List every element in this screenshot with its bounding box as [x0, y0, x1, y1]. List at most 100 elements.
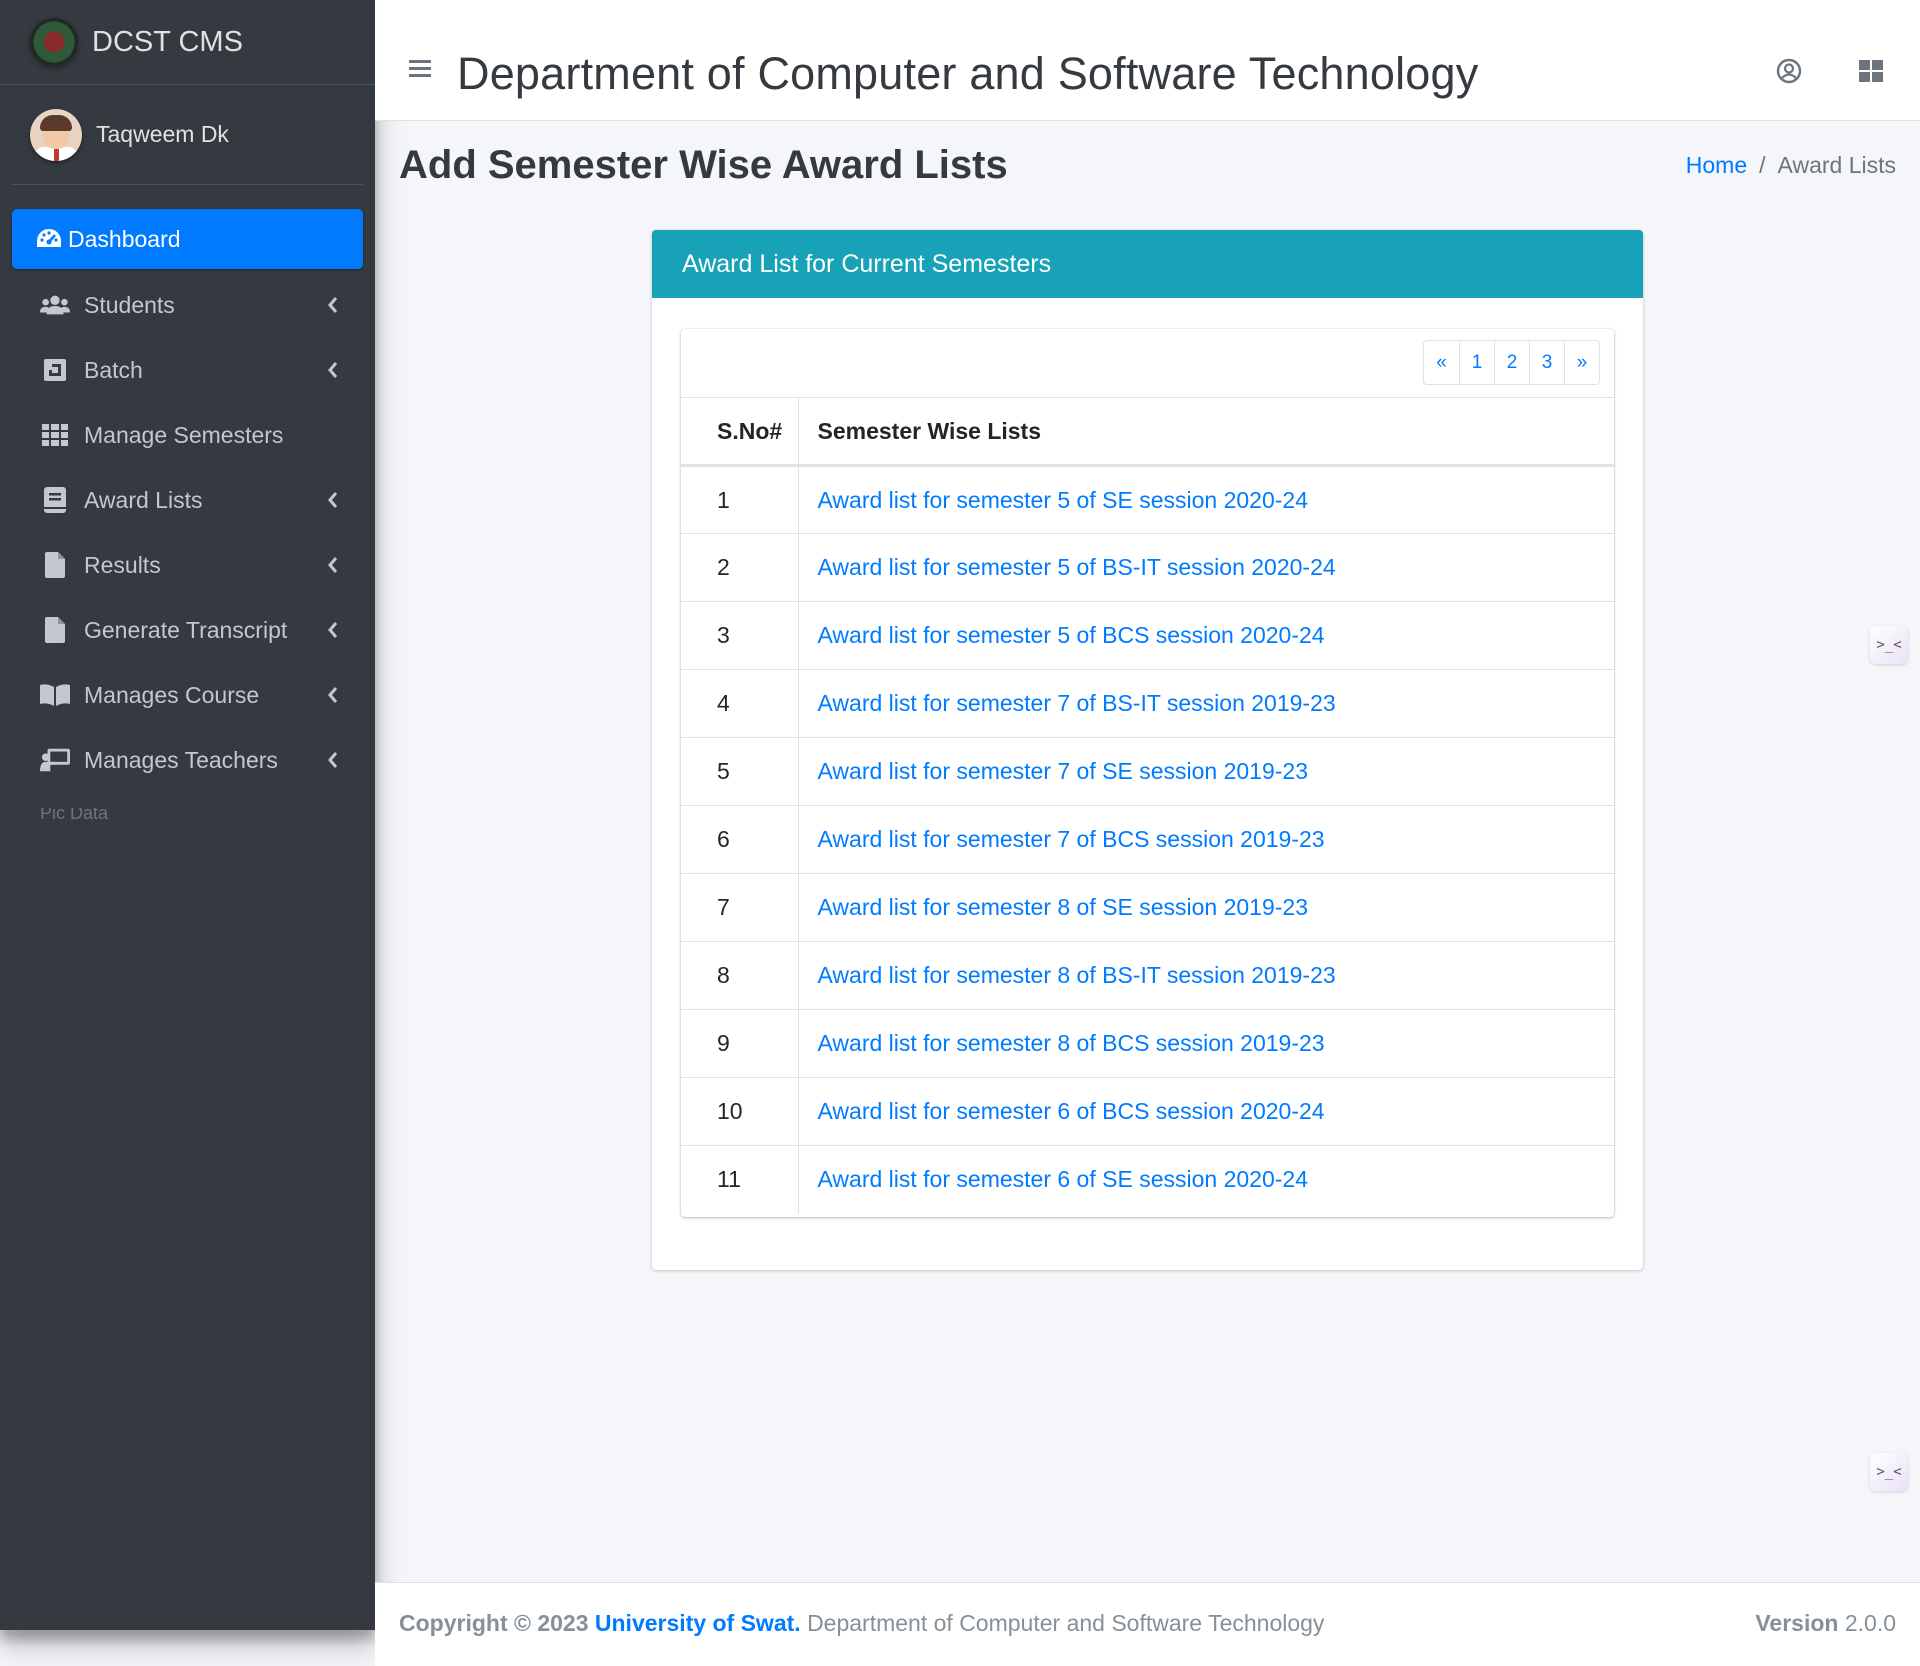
sidebar-item-dashboard[interactable]: Dashboard — [12, 209, 363, 269]
sidebar-nav: Dashboard Students Batch Manage Semester… — [0, 185, 375, 790]
sidebar-item-label: Results — [84, 551, 161, 578]
floating-assistant-widget[interactable]: >_< — [1870, 1453, 1908, 1491]
breadcrumb: Home / Award Lists — [1686, 152, 1896, 179]
th-large-icon[interactable] — [1858, 58, 1884, 84]
sidebar: DCST CMS Taqweem Dk Dashboard Students B… — [0, 0, 375, 1630]
award-list-card: Award List for Current Semesters « 1 2 3… — [652, 230, 1643, 1270]
row-sno: 9 — [681, 1009, 799, 1078]
sidebar-item-label: Generate Transcript — [84, 616, 288, 643]
sidebar-cutoff-item: Pic Data — [40, 808, 109, 823]
file-icon — [40, 552, 70, 578]
copyright-text: Copyright © 2023 — [399, 1610, 589, 1636]
pagination-prev[interactable]: « — [1424, 341, 1459, 384]
box-icon — [40, 357, 70, 383]
university-link[interactable]: University of Swat. — [595, 1610, 801, 1636]
user-circle-icon[interactable] — [1776, 58, 1802, 84]
floating-assistant-widget[interactable]: >_< — [1870, 626, 1908, 664]
award-list-link[interactable]: Award list for semester 8 of BCS session… — [818, 1030, 1325, 1056]
sidebar-item-manage-semesters[interactable]: Manage Semesters — [12, 405, 363, 465]
page-title: Add Semester Wise Award Lists — [399, 143, 1008, 187]
chevron-left-icon — [328, 687, 338, 703]
sidebar-item-label: Students — [84, 291, 175, 318]
table-row: 4 Award list for semester 7 of BS-IT sess… — [681, 669, 1614, 738]
top-navbar: Department of Computer and Software Tech… — [375, 0, 1920, 121]
award-list-link[interactable]: Award list for semester 6 of BCS session… — [818, 1098, 1325, 1124]
award-list-link[interactable]: Award list for semester 7 of BCS session… — [818, 826, 1325, 852]
footer-copyright: Copyright © 2023 University of Swat. Dep… — [399, 1610, 1324, 1637]
sidebar-item-award-lists[interactable]: Award Lists — [12, 470, 363, 530]
row-sno: 5 — [681, 737, 799, 806]
department-text: Department of Computer and Software Tech… — [807, 1610, 1325, 1636]
pagination-next[interactable]: » — [1564, 341, 1599, 384]
file-icon — [40, 617, 70, 643]
row-sno: 10 — [681, 1077, 799, 1146]
award-list-link[interactable]: Award list for semester 8 of BS-IT sessi… — [818, 962, 1336, 988]
sidebar-item-manages-teachers[interactable]: Manages Teachers — [12, 730, 363, 790]
breadcrumb-current: Award Lists — [1777, 152, 1896, 178]
table-row: 11 Award list for semester 6 of SE sessio… — [681, 1145, 1614, 1214]
book-icon — [40, 487, 70, 513]
sidebar-item-manages-course[interactable]: Manages Course — [12, 665, 363, 725]
tachometer-icon — [34, 226, 64, 252]
table-row: 9 Award list for semester 8 of BCS sessio… — [681, 1009, 1614, 1078]
award-list-table: S.No# Semester Wise Lists 1 Award list fo… — [681, 397, 1614, 1214]
row-sno: 1 — [681, 465, 799, 534]
grid-icon — [40, 422, 70, 448]
chevron-left-icon — [328, 752, 338, 768]
menu-toggle-icon[interactable] — [409, 60, 431, 78]
award-list-table-card: « 1 2 3 » S.No# Semester Wise Lists 1 Awa… — [681, 329, 1614, 1217]
table-row: 8 Award list for semester 8 of BS-IT sess… — [681, 941, 1614, 1010]
sidebar-item-label: Dashboard — [68, 225, 181, 252]
breadcrumb-home-link[interactable]: Home — [1686, 152, 1747, 178]
university-logo — [30, 18, 78, 66]
award-list-link[interactable]: Award list for semester 6 of SE session … — [818, 1166, 1308, 1192]
award-list-link[interactable]: Award list for semester 5 of BS-IT sessi… — [818, 554, 1336, 580]
sidebar-item-label: Manages Course — [84, 681, 260, 708]
chevron-left-icon — [328, 622, 338, 638]
sidebar-item-results[interactable]: Results — [12, 535, 363, 595]
row-sno: 4 — [681, 669, 799, 738]
brand-text: DCST CMS — [92, 25, 243, 58]
brand-link[interactable]: DCST CMS — [0, 0, 375, 85]
pagination: « 1 2 3 » — [1423, 340, 1600, 385]
award-list-link[interactable]: Award list for semester 7 of SE session … — [818, 758, 1308, 784]
chevron-left-icon — [328, 362, 338, 378]
row-sno: 7 — [681, 873, 799, 942]
chevron-left-icon — [328, 492, 338, 508]
row-sno: 8 — [681, 941, 799, 1010]
row-sno: 11 — [681, 1145, 799, 1214]
sidebar-item-batch[interactable]: Batch — [12, 340, 363, 400]
users-icon — [40, 292, 70, 318]
row-sno: 3 — [681, 601, 799, 670]
table-row: 6 Award list for semester 7 of BCS sessio… — [681, 805, 1614, 874]
footer-version: Version 2.0.0 — [1755, 1610, 1896, 1637]
sidebar-item-label: Manages Teachers — [84, 746, 278, 773]
row-sno: 2 — [681, 533, 799, 602]
chevron-left-icon — [328, 557, 338, 573]
award-list-link[interactable]: Award list for semester 5 of BCS session… — [818, 622, 1325, 648]
footer: Copyright © 2023 University of Swat. Dep… — [375, 1582, 1920, 1666]
table-row: 5 Award list for semester 7 of SE session… — [681, 737, 1614, 806]
column-header-lists: Semester Wise Lists — [798, 397, 1614, 467]
pagination-page-2[interactable]: 2 — [1494, 341, 1529, 384]
sidebar-item-label: Award Lists — [84, 486, 203, 513]
user-name: Taqweem Dk — [96, 121, 229, 147]
pagination-page-1[interactable]: 1 — [1459, 341, 1494, 384]
sidebar-item-generate-transcript[interactable]: Generate Transcript — [12, 600, 363, 660]
award-list-link[interactable]: Award list for semester 5 of SE session … — [818, 487, 1308, 513]
award-list-link[interactable]: Award list for semester 8 of SE session … — [818, 894, 1308, 920]
table-header-row: S.No# Semester Wise Lists — [681, 397, 1614, 467]
sidebar-item-label: Batch — [84, 356, 143, 383]
user-panel[interactable]: Taqweem Dk — [12, 85, 363, 185]
avatar — [30, 108, 82, 161]
open-book-icon — [40, 682, 70, 708]
award-list-link[interactable]: Award list for semester 7 of BS-IT sessi… — [818, 690, 1336, 716]
table-row: 7 Award list for semester 8 of SE session… — [681, 873, 1614, 942]
column-header-sno: S.No# — [681, 397, 799, 467]
version-label: Version — [1755, 1610, 1839, 1636]
chalkboard-teacher-icon — [40, 747, 70, 773]
table-row: 3 Award list for semester 5 of BCS sessio… — [681, 601, 1614, 670]
sidebar-item-students[interactable]: Students — [12, 275, 363, 335]
sidebar-item-label: Manage Semesters — [84, 421, 284, 448]
pagination-page-3[interactable]: 3 — [1529, 341, 1564, 384]
